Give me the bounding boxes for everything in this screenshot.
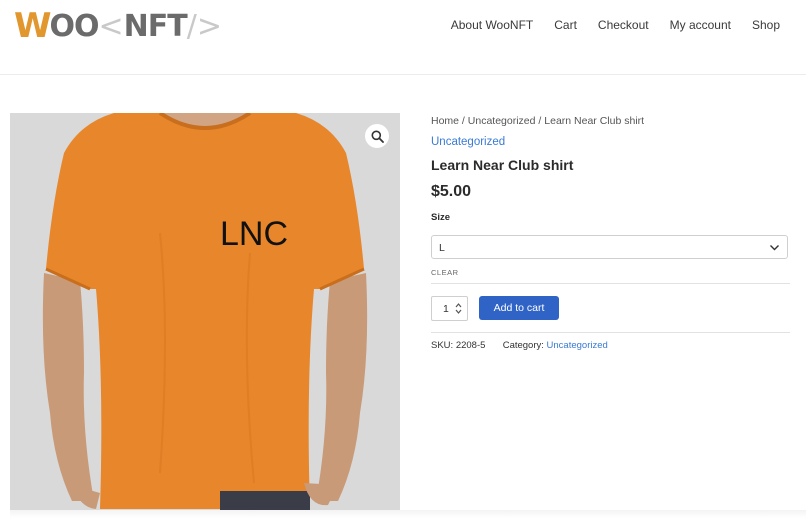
breadcrumb-category[interactable]: Uncategorized <box>468 115 536 127</box>
breadcrumb-home[interactable]: Home <box>431 115 459 127</box>
sku-label: SKU: <box>431 340 454 351</box>
magnifier-icon <box>371 130 384 143</box>
nav-my-account[interactable]: My account <box>670 18 731 32</box>
logo-nft: NFT <box>123 8 188 44</box>
size-selected-value: L <box>439 242 445 254</box>
logo-close-bracket: /> <box>186 8 222 44</box>
primary-nav: About WooNFT Cart Checkout My account Sh… <box>451 18 780 32</box>
breadcrumb: Home / Uncategorized / Learn Near Club s… <box>431 115 644 127</box>
nav-checkout[interactable]: Checkout <box>598 18 649 32</box>
meta-category-link[interactable]: Uncategorized <box>547 340 608 351</box>
site-logo[interactable]: W OO < NFT/> <box>14 6 222 46</box>
divider <box>431 332 790 333</box>
nav-shop[interactable]: Shop <box>752 18 780 32</box>
product-meta: SKU: 2208-5 Category: Uncategorized <box>431 340 608 351</box>
category-label: Category: <box>502 340 544 351</box>
quantity-stepper[interactable]: 1 <box>431 296 468 321</box>
size-select[interactable]: L <box>431 235 788 259</box>
sku-value: 2208-5 <box>455 340 486 351</box>
quantity-value: 1 <box>443 303 449 315</box>
clear-variation-link[interactable]: CLEAR <box>431 268 459 277</box>
nav-about[interactable]: About WooNFT <box>451 18 533 32</box>
chevron-down-icon <box>770 245 779 251</box>
product-price: $5.00 <box>431 183 472 200</box>
breadcrumb-separator: / <box>535 115 545 127</box>
stepper-icon[interactable] <box>455 302 462 315</box>
shirt-logo-text: LNC <box>220 215 288 253</box>
product-image[interactable]: LNC <box>10 113 400 510</box>
logo-w: W <box>14 6 51 46</box>
breadcrumb-current: Learn Near Club shirt <box>544 115 645 127</box>
product-category-link[interactable]: Uncategorized <box>431 136 505 148</box>
logo-oo: OO <box>49 8 100 44</box>
zoom-button[interactable] <box>365 124 389 148</box>
tshirt-illustration: LNC <box>42 113 368 510</box>
size-label: Size <box>431 212 451 223</box>
page-bottom-edge <box>10 510 806 518</box>
product-title: Learn Near Club shirt <box>431 157 574 173</box>
divider <box>431 283 790 284</box>
nav-cart[interactable]: Cart <box>554 18 577 32</box>
logo-open-bracket: < <box>98 8 124 44</box>
breadcrumb-separator: / <box>459 115 468 127</box>
site-header: W OO < NFT/> About WooNFT Cart Checkout My … <box>0 0 806 75</box>
add-to-cart-button[interactable]: Add to cart <box>479 296 559 320</box>
